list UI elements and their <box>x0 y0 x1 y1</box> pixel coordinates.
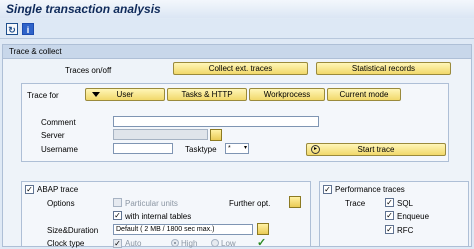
server-input[interactable] <box>113 129 208 140</box>
size-duration-help-icon[interactable] <box>257 223 269 235</box>
tab-tasks-http[interactable]: Tasks & HTTP <box>167 88 247 101</box>
refresh-icon[interactable]: ↻ <box>6 23 18 35</box>
size-duration-select[interactable]: Default ( 2 MB / 1800 sec max.) <box>113 224 253 235</box>
abap-trace-checkbox[interactable]: ✓ <box>25 185 34 194</box>
performance-traces-title: Performance traces <box>335 185 405 194</box>
start-trace-button[interactable]: ▸ Start trace <box>306 143 446 156</box>
statistical-records-button[interactable]: Statistical records <box>316 62 451 75</box>
clock-low-radio[interactable] <box>211 239 219 247</box>
enqueue-label: Enqueue <box>397 212 430 221</box>
particular-units-label: Particular units <box>125 199 178 208</box>
tab-user-label: User <box>116 90 134 99</box>
internal-tables-label: with internal tables <box>125 212 192 221</box>
server-label: Server <box>41 131 65 140</box>
abap-trace-title: ABAP trace <box>37 185 79 194</box>
username-input[interactable] <box>113 143 173 154</box>
server-search-icon[interactable] <box>210 129 222 141</box>
tasktype-label: Tasktype <box>185 145 217 154</box>
traces-on-off-label: Traces on/off <box>65 66 112 75</box>
tab-workprocess[interactable]: Workprocess <box>249 88 325 101</box>
options-label: Options <box>47 199 75 208</box>
further-options-icon[interactable] <box>289 196 301 208</box>
rfc-checkbox[interactable]: ✓ <box>385 225 394 234</box>
info-icon[interactable]: i <box>22 23 34 35</box>
sql-label: SQL <box>397 199 414 208</box>
sql-checkbox[interactable]: ✓ <box>385 198 394 207</box>
size-duration-label: Size&Duration <box>47 226 99 235</box>
panel-title: Trace & collect <box>9 47 62 56</box>
further-options-label: Further opt. <box>229 199 271 208</box>
rfc-label: RFC <box>397 226 414 235</box>
toolbar: ↻ i <box>0 19 474 39</box>
performance-traces-checkbox[interactable]: ✓ <box>323 185 332 194</box>
particular-units-checkbox[interactable] <box>113 198 122 207</box>
comment-input[interactable] <box>113 116 319 127</box>
trace-collect-panel: Trace & collect Traces on/off Collect ex… <box>2 44 472 249</box>
comment-label: Comment <box>41 118 76 127</box>
tasktype-select[interactable]: * ▾ <box>225 143 249 154</box>
window-title: Single transaction analysis <box>6 2 161 16</box>
chevron-down-icon: ▾ <box>243 145 247 151</box>
checkmark-icon: ✓ <box>257 237 267 249</box>
internal-tables-checkbox[interactable]: ✓ <box>113 211 122 220</box>
trace-for-label: Trace for <box>27 91 59 100</box>
dropdown-triangle-icon <box>92 92 100 97</box>
username-label: Username <box>41 145 78 154</box>
play-icon: ▸ <box>311 145 320 154</box>
trace-label: Trace <box>345 199 366 208</box>
panel-header: Trace & collect <box>3 45 471 59</box>
tasktype-value: * <box>228 145 231 152</box>
enqueue-checkbox[interactable]: ✓ <box>385 211 394 220</box>
size-duration-value: Default ( 2 MB / 1800 sec max.) <box>116 226 215 233</box>
start-trace-label: Start trace <box>357 145 395 154</box>
title-bar: Single transaction analysis <box>0 0 474 18</box>
clock-high-radio[interactable] <box>171 239 179 247</box>
collect-ext-traces-button[interactable]: Collect ext. traces <box>173 62 308 75</box>
tab-current-mode[interactable]: Current mode <box>327 88 401 101</box>
tab-user[interactable]: User <box>85 88 165 101</box>
